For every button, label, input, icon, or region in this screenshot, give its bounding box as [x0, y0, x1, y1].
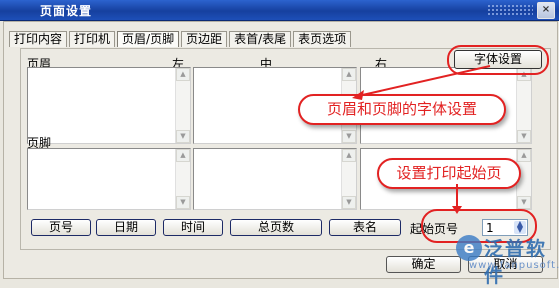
- tab-table-head-tail[interactable]: 表首/表尾: [229, 31, 292, 47]
- footer-left-textarea[interactable]: ▲ ▼: [27, 148, 191, 210]
- tab-printer[interactable]: 打印机: [69, 31, 116, 47]
- scroll-down-icon[interactable]: ▼: [176, 130, 190, 143]
- scrollbar[interactable]: ▲ ▼: [341, 149, 356, 209]
- scroll-down-icon[interactable]: ▼: [342, 196, 356, 209]
- page-number-button[interactable]: 页号: [31, 219, 91, 236]
- watermark-url: www.fanpusoft.com: [469, 260, 559, 271]
- arrow-icon: [452, 184, 462, 214]
- scroll-up-icon[interactable]: ▲: [517, 149, 531, 162]
- window-title: 页面设置: [40, 4, 93, 18]
- scrollbar[interactable]: ▲ ▼: [516, 68, 531, 143]
- scroll-up-icon[interactable]: ▲: [342, 149, 356, 162]
- scroll-down-icon[interactable]: ▼: [517, 196, 531, 209]
- scrollbar[interactable]: ▲ ▼: [175, 149, 190, 209]
- scroll-down-icon[interactable]: ▼: [517, 130, 531, 143]
- footer-center-textarea[interactable]: ▲ ▼: [193, 148, 357, 210]
- brand-mark-icon: e: [456, 235, 482, 261]
- tab-print-content[interactable]: 打印内容: [9, 31, 68, 47]
- tab-strip: 打印内容 打印机 页眉/页脚 页边距 表首/表尾 表页选项: [9, 31, 353, 48]
- grip-pattern: [487, 4, 533, 15]
- scroll-down-icon[interactable]: ▼: [176, 196, 190, 209]
- tab-header-footer[interactable]: 页眉/页脚: [117, 31, 180, 47]
- title-bar: 页面设置 ×: [0, 0, 559, 21]
- table-name-button[interactable]: 表名: [329, 219, 401, 236]
- scroll-up-icon[interactable]: ▲: [176, 149, 190, 162]
- time-button[interactable]: 时间: [163, 219, 223, 236]
- header-left-textarea[interactable]: ▲ ▼: [27, 67, 191, 144]
- date-button[interactable]: 日期: [96, 219, 156, 236]
- scrollbar[interactable]: ▲ ▼: [175, 68, 190, 143]
- scroll-up-icon[interactable]: ▲: [176, 68, 190, 81]
- arrow-icon: [352, 65, 491, 100]
- tab-page-options[interactable]: 表页选项: [293, 31, 352, 47]
- close-button[interactable]: ×: [537, 2, 555, 19]
- scroll-down-icon[interactable]: ▼: [342, 130, 356, 143]
- watermark-logo: e 泛普软件 www.fanpusoft.com: [446, 232, 559, 287]
- total-pages-button[interactable]: 总页数: [230, 219, 322, 236]
- tab-margins[interactable]: 页边距: [181, 31, 228, 47]
